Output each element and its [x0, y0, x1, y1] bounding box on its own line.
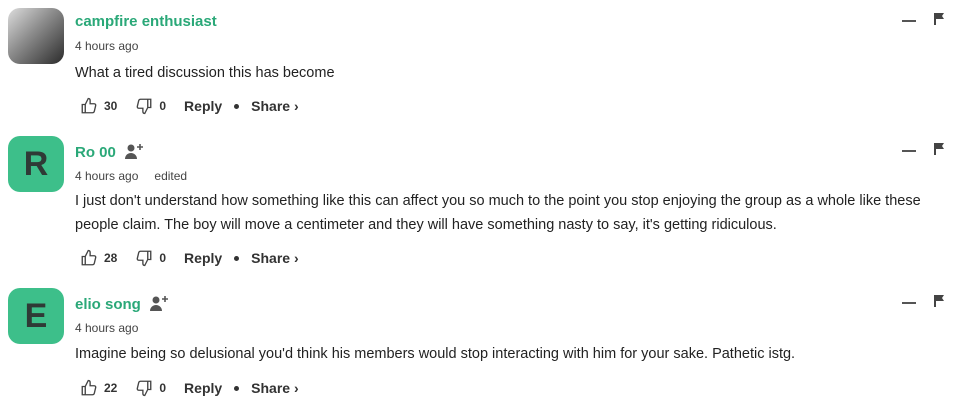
thumbs-up-icon	[81, 249, 97, 266]
thumbs-down-icon	[136, 98, 152, 115]
avatar-letter: E	[24, 296, 48, 335]
dislike-button[interactable]: 0	[135, 249, 166, 267]
username-link[interactable]: campfire enthusiast	[75, 13, 217, 30]
share-button[interactable]: Share ›	[251, 380, 298, 396]
comment: R Ro 00 4 hours ago edited I just don't …	[0, 130, 960, 280]
separator-dot	[234, 255, 240, 261]
share-button[interactable]: Share ›	[251, 98, 298, 114]
like-button[interactable]: 30	[80, 97, 117, 115]
edited-label: edited	[154, 169, 188, 183]
dislike-button[interactable]: 0	[135, 379, 166, 397]
dislike-button[interactable]: 0	[135, 97, 166, 115]
username[interactable]: campfire enthusiast	[75, 13, 217, 30]
comment-text: I just don't understand how something li…	[75, 193, 921, 233]
timestamp: 4 hours ago	[75, 169, 139, 183]
comment-meta: 4 hours ago	[75, 39, 138, 53]
avatar[interactable]: R	[8, 136, 64, 192]
separator-dot	[234, 385, 240, 391]
like-count: 28	[104, 251, 118, 265]
avatar[interactable]	[8, 8, 64, 64]
reply-button[interactable]: Reply	[184, 98, 222, 114]
comment-actions: 28 0 Reply Share ›	[80, 249, 299, 267]
comment-meta: 4 hours ago edited	[75, 169, 187, 183]
comment: campfire enthusiast 4 hours ago What a t…	[0, 0, 960, 130]
reply-button[interactable]: Reply	[184, 250, 222, 266]
like-button[interactable]: 22	[80, 379, 117, 397]
avatar-letter: R	[23, 144, 49, 183]
share-button[interactable]: Share ›	[251, 250, 298, 266]
collapse-icon[interactable]	[902, 20, 916, 22]
comment-text: What a tired discussion this has become	[75, 65, 335, 81]
thumbs-up-icon	[81, 97, 97, 114]
username-link[interactable]: elio song	[75, 295, 169, 313]
follow-user-icon[interactable]	[124, 143, 144, 161]
flag-icon[interactable]	[934, 12, 946, 26]
like-count: 30	[104, 99, 118, 113]
like-count: 22	[104, 381, 118, 395]
flag-icon[interactable]	[934, 294, 946, 308]
dislike-count: 0	[159, 381, 167, 395]
comment-text: Imagine being so delusional you'd think …	[75, 346, 796, 362]
collapse-icon[interactable]	[902, 302, 916, 304]
username-link[interactable]: Ro 00	[75, 143, 144, 161]
separator-dot	[234, 103, 240, 109]
comment: E elio song 4 hours ago Imagine being so…	[0, 282, 960, 405]
reply-button[interactable]: Reply	[184, 380, 222, 396]
username[interactable]: Ro 00	[75, 144, 116, 161]
dislike-count: 0	[159, 251, 167, 265]
username[interactable]: elio song	[75, 296, 141, 313]
timestamp: 4 hours ago	[75, 321, 139, 335]
thumbs-up-icon	[81, 379, 97, 396]
like-button[interactable]: 28	[80, 249, 117, 267]
comment-meta: 4 hours ago	[75, 321, 138, 335]
thumbs-down-icon	[136, 380, 152, 397]
thumbs-down-icon	[136, 250, 152, 267]
comment-actions: 22 0 Reply Share ›	[80, 379, 299, 397]
flag-icon[interactable]	[934, 142, 946, 156]
timestamp: 4 hours ago	[75, 39, 139, 53]
collapse-icon[interactable]	[902, 150, 916, 152]
avatar[interactable]: E	[8, 288, 64, 344]
follow-user-icon[interactable]	[149, 295, 169, 313]
comment-actions: 30 0 Reply Share ›	[80, 97, 299, 115]
dislike-count: 0	[159, 99, 167, 113]
